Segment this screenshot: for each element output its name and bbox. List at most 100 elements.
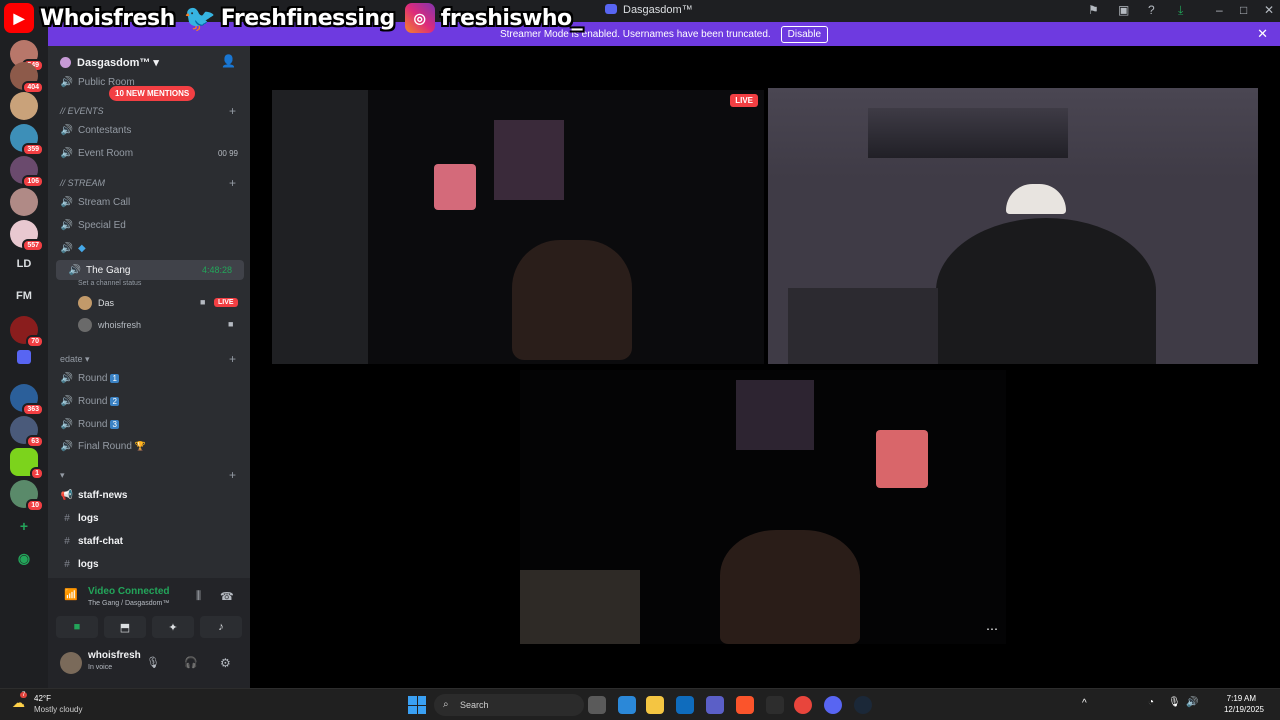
folder-icon[interactable] [17,350,31,364]
category-edate[interactable]: edate ▾ [60,354,90,365]
category-events[interactable]: // Events [60,106,104,116]
inbox-icon[interactable]: ⚑ [1088,3,1099,17]
clock-date[interactable]: 12/19/2025 [1224,705,1264,714]
screen-share-button[interactable]: ⬒ [104,616,146,638]
server-icon[interactable] [10,188,38,216]
activities-button[interactable]: ✦ [152,616,194,638]
server-icon[interactable]: 363 [10,384,44,416]
clock-time[interactable]: 7:19 AM [1227,694,1256,703]
channel-the-gang[interactable]: 🔊 The Gang 4:48:28 [56,260,244,280]
channel-contestants[interactable]: 🔊 Contestants [48,120,250,140]
camera-tile[interactable]: ⋯ [520,370,1006,644]
channel-round-2[interactable]: 🔊 Round 2 [48,391,250,411]
voice-member-whoisfresh[interactable]: whoisfresh [98,320,141,330]
server-text-icon[interactable]: LD [0,258,48,270]
microphone-tray-icon[interactable]: 🎙 [1168,697,1181,708]
channel-diamond[interactable]: 🔊 ◆ [48,238,250,258]
user-avatar[interactable] [60,652,82,674]
steam-icon[interactable] [854,696,872,714]
server-icon[interactable]: 70 [10,316,44,348]
server-text-icon[interactable]: FM [0,290,48,302]
file-app-icon[interactable] [588,696,606,714]
mention-badge: 557 [22,239,44,252]
server-icon[interactable]: 1 [10,448,44,480]
server-icon[interactable]: 10 [10,480,44,512]
server-icon[interactable]: 404 [10,62,44,94]
server-icon[interactable]: 106 [10,156,44,188]
add-channel-icon[interactable]: + [229,468,236,482]
weather-condition[interactable]: Mostly cloudy [34,705,82,714]
copilot-icon[interactable] [618,696,636,714]
camera-toggle-button[interactable]: ■ [56,616,98,638]
add-channel-icon[interactable]: + [229,352,236,366]
maximize-icon[interactable]: □ [1240,3,1247,17]
server-icon[interactable]: 63 [10,416,44,448]
help-icon[interactable]: ? [1148,3,1155,17]
discord-icon[interactable] [824,696,842,714]
shared-screen [272,90,764,364]
window-title: Dasgasdom™ [605,4,693,16]
voice-status[interactable]: Video Connected [88,586,170,597]
webcam-tile[interactable] [768,88,1258,364]
screen-icon[interactable]: ▣ [1118,3,1129,17]
wifi-icon[interactable]: ◔ [1148,697,1154,708]
windows-start-icon[interactable] [408,696,426,714]
channel-staff-news[interactable]: 📢 staff-news [48,485,250,505]
headphones-icon[interactable]: 🎧 [184,656,198,669]
search-icon: ⌕ [443,699,449,710]
more-options-icon[interactable]: ⋯ [986,622,998,636]
disconnect-icon[interactable]: ☎ [220,590,234,603]
channel-final-round[interactable]: 🔊 Final Round 🏆 [48,436,250,456]
channel-stream-call[interactable]: 🔊 Stream Call [48,192,250,212]
minimize-icon[interactable]: – [1216,3,1223,17]
channel-round-1[interactable]: 🔊 Round 1 [48,368,250,388]
category-stream[interactable]: // STREAM [60,178,105,188]
weather-temp[interactable]: 42°F [34,694,51,703]
user-name[interactable]: whoisfresh [88,650,141,661]
windows-tile [417,705,426,714]
store-icon[interactable] [676,696,694,714]
server-icon[interactable]: 557 [10,220,44,252]
channel-staff-chat[interactable]: # staff-chat [48,531,250,551]
chevron-up-icon[interactable]: ^ [1082,698,1087,709]
noise-suppression-icon[interactable]: ⫼ [196,590,201,603]
soundboard-button[interactable]: ♪ [200,616,242,638]
new-mentions-pill[interactable]: 10 NEW MENTIONS [109,86,196,101]
taskbar-search[interactable]: ⌕ Search [434,694,584,716]
category-collapsed[interactable]: ▾ [60,470,65,481]
call-timer: 4:48:28 [201,265,232,275]
volume-icon[interactable]: 🔊 [1186,697,1198,708]
channel-event-room[interactable]: 🔊 Event Room 00 99 [48,143,250,163]
close-banner-icon[interactable]: ✕ [1257,26,1268,42]
trophy-icon: 🏆 [134,440,147,451]
voice-location[interactable]: The Gang / Dasgasdom™ [88,600,169,607]
chrome-icon[interactable] [794,696,812,714]
server-icon[interactable] [10,92,38,120]
download-icon[interactable]: ⤓ [1178,3,1183,18]
close-window-icon[interactable]: ✕ [1264,3,1274,17]
channel-round-3[interactable]: 🔊 Round 3 [48,414,250,434]
set-status-link[interactable]: Set a channel status [78,280,141,287]
file-explorer-icon[interactable] [646,696,664,714]
server-icon[interactable]: 359 [10,124,44,156]
guild-name-text: Dasgasdom™ [77,57,151,69]
mention-badge: 106 [22,175,44,188]
voice-member-das[interactable]: Das [98,298,114,308]
microphone-icon[interactable]: 🎙 [146,656,160,669]
hashtag-icon: # [64,535,70,547]
screen-share-tile[interactable]: LIVE [272,90,764,364]
app-icon[interactable] [766,696,784,714]
discover-icon[interactable]: ◉ [0,550,48,567]
server-rail: 549 404 359 106 557 LD FM 70 363 63 1 10… [0,22,48,688]
add-server-icon[interactable]: + [0,518,48,534]
gear-icon[interactable]: ⚙ [220,656,231,670]
brave-icon[interactable] [736,696,754,714]
add-channel-icon[interactable]: + [229,104,236,118]
channel-special-ed[interactable]: 🔊 Special Ed [48,215,250,235]
channel-logs-2[interactable]: # logs [48,554,250,574]
add-member-icon[interactable]: 👤 [221,54,236,68]
channel-logs[interactable]: # logs [48,508,250,528]
teams-icon[interactable] [706,696,724,714]
disable-button[interactable]: Disable [780,25,829,43]
add-channel-icon[interactable]: + [229,176,236,190]
